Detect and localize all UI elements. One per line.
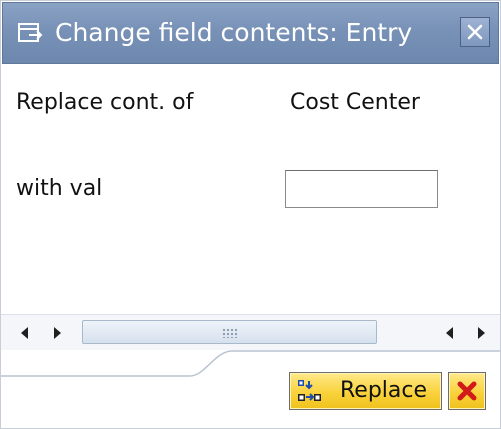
scroll-left-icon[interactable]: [443, 325, 457, 341]
dialog-titlebar: Change field contents: Entry: [2, 2, 499, 64]
new-value-input[interactable]: [285, 170, 438, 208]
scroll-left-icon[interactable]: [18, 325, 32, 341]
grip-icon: [222, 328, 238, 338]
close-icon: [467, 24, 483, 40]
dialog-title: Change field contents: Entry: [55, 18, 413, 47]
field-name-value: Cost Center: [290, 90, 420, 115]
change-field-contents-dialog: Change field contents: Entry Replace con…: [0, 0, 501, 429]
dialog-footer: Replace: [0, 350, 501, 429]
with-value-label: with val: [16, 176, 103, 201]
scroll-right-icon[interactable]: [474, 325, 488, 341]
scrollbar-thumb[interactable]: [82, 320, 377, 344]
cancel-icon: [457, 381, 477, 401]
dialog-window-icon: [17, 21, 43, 45]
scroll-right-icon[interactable]: [50, 325, 64, 341]
close-button[interactable]: [460, 17, 490, 47]
replace-button[interactable]: Replace: [289, 372, 442, 410]
replace-icon: [297, 379, 323, 403]
dialog-content: Replace cont. of Cost Center with val: [0, 64, 501, 314]
cancel-button[interactable]: [448, 372, 486, 410]
horizontal-scrollbar[interactable]: [0, 314, 501, 350]
replace-button-label: Replace: [340, 378, 428, 403]
replace-contents-label: Replace cont. of: [16, 90, 194, 115]
